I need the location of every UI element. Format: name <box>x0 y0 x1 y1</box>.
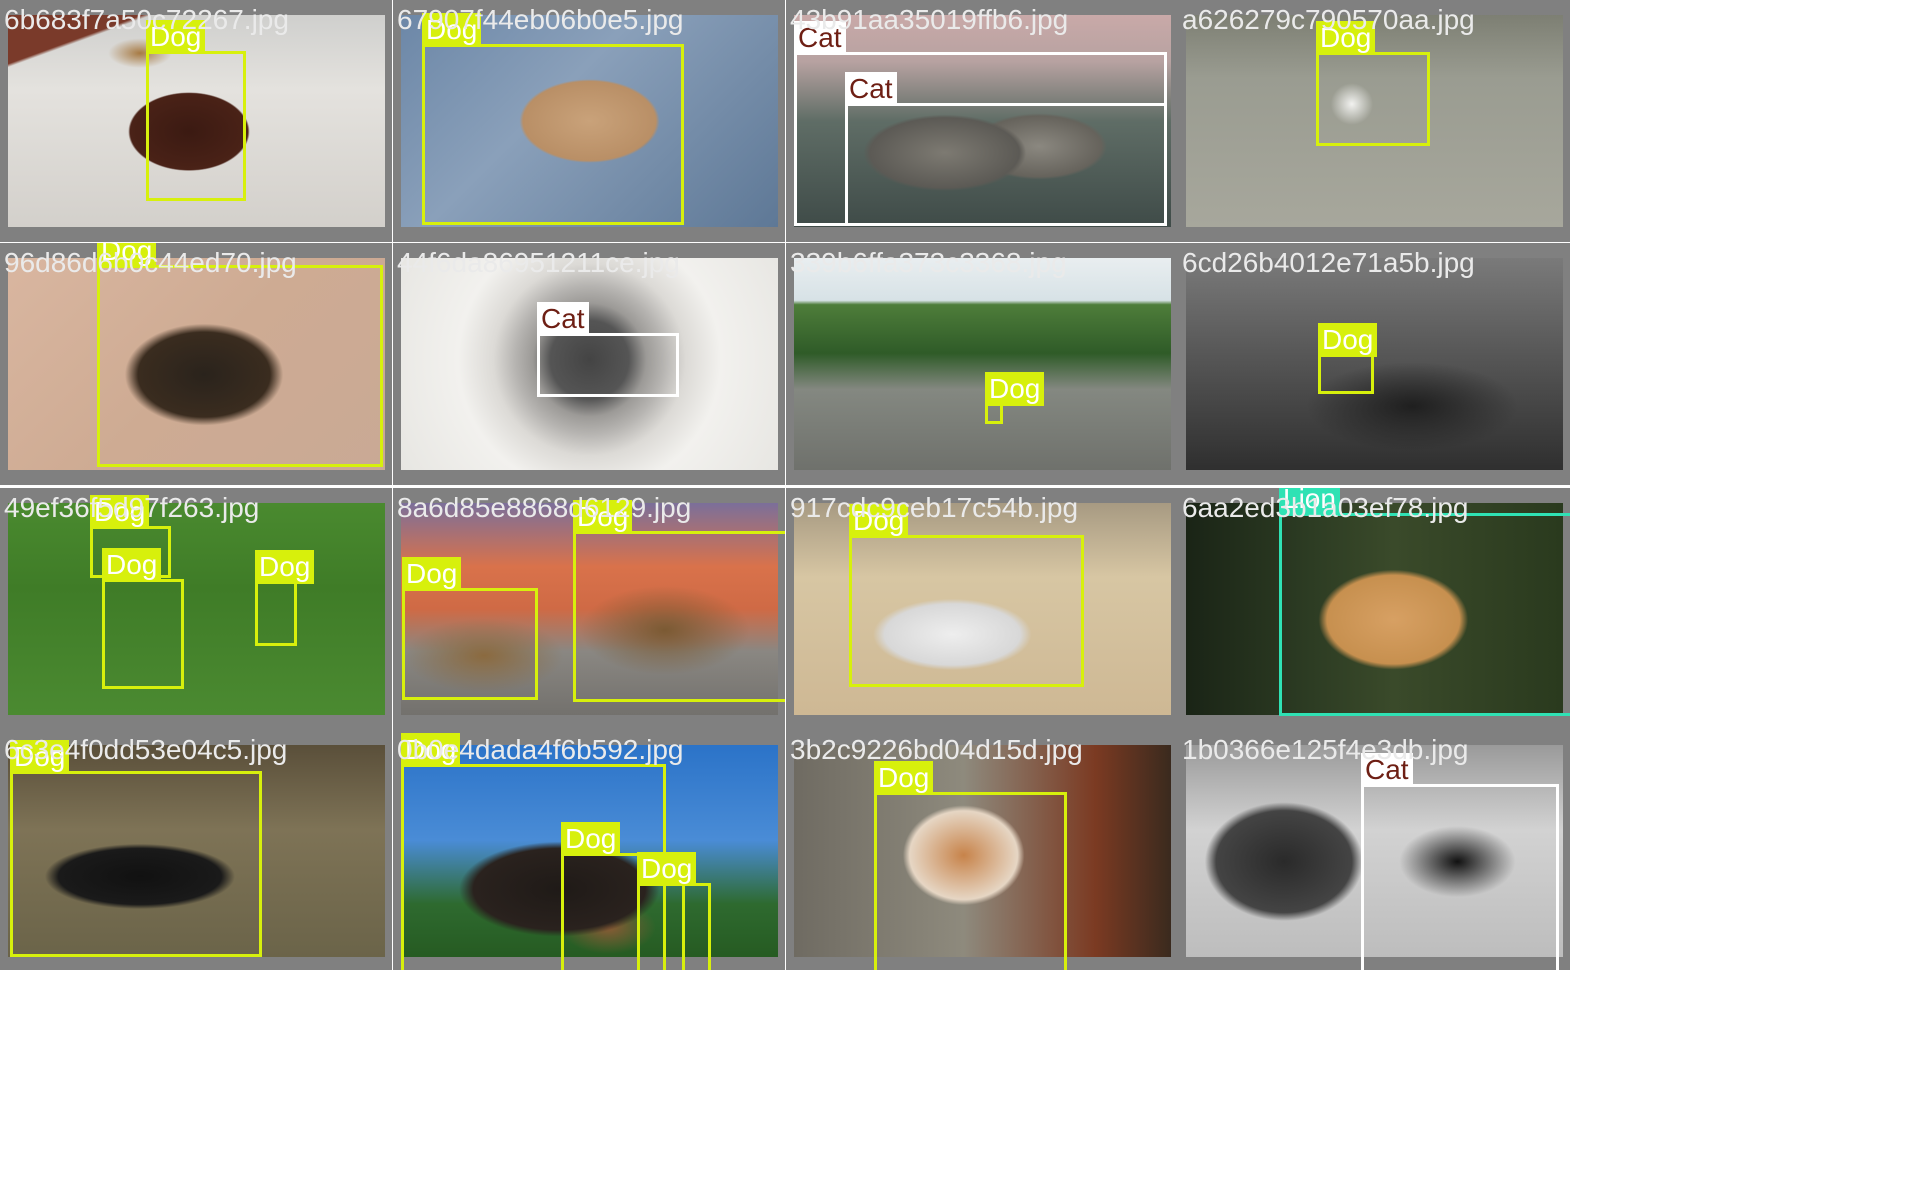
bbox-dog: Dog <box>10 740 262 957</box>
bbox-cat: Cat <box>845 72 1167 226</box>
bbox-dog: Dog <box>1316 21 1430 146</box>
bbox-dog: Dog <box>146 20 246 201</box>
image-filename: 6aa2ed3b1a03ef78.jpg <box>1182 492 1469 523</box>
image-filename: 6c3e4f0dd53e04c5.jpg <box>4 734 288 765</box>
bbox-dog: Dog <box>849 504 1084 687</box>
image-tile[interactable]: Dog a626279c790570aa.jpg <box>1178 0 1570 242</box>
image-filename: 44f6da86951211ce.jpg <box>397 247 680 278</box>
thumbnail-photo <box>1186 258 1563 470</box>
image-tile[interactable]: Cat 44f6da86951211ce.jpg <box>393 243 785 485</box>
thumbnail-photo <box>794 258 1171 470</box>
bbox-label: Dog <box>985 372 1045 406</box>
thumbnail-photo <box>8 503 385 715</box>
bbox-dog: Dog <box>573 500 785 702</box>
bbox-label: Dog <box>561 822 621 856</box>
image-filename: 6b683f7a50c72267.jpg <box>4 4 289 35</box>
bbox-dog: Dog <box>97 243 383 467</box>
bbox-label: Dog <box>1318 323 1378 357</box>
bbox-label: Dog <box>402 557 462 591</box>
image-filename: 917cdc9ceb17c54b.jpg <box>790 492 1079 523</box>
image-tile[interactable]: Cat Cat 43b91aa35019ffb6.jpg <box>786 0 1178 242</box>
image-filename: a626279c790570aa.jpg <box>1182 4 1475 35</box>
image-filename: 43b91aa35019ffb6.jpg <box>790 4 1069 35</box>
image-tile[interactable]: Dog 6cd26b4012e71a5b.jpg <box>1178 243 1570 485</box>
bbox-cat: Cat <box>1361 753 1559 970</box>
bbox-label: Cat <box>845 72 897 106</box>
bbox-cat: Cat <box>537 302 679 397</box>
image-tile[interactable]: Dog 6b683f7a50c72267.jpg <box>0 0 392 242</box>
bbox-dog: Dog <box>402 557 538 700</box>
bbox-lion: Lion <box>1279 488 1570 716</box>
image-filename: 3b2c9226bd04d15d.jpg <box>790 734 1083 765</box>
image-tile[interactable]: Dog Dog Dog 0b0e4dada4f6b592.jpg <box>393 730 785 970</box>
image-tile[interactable]: Dog 6c3e4f0dd53e04c5.jpg <box>0 730 392 970</box>
bbox-dog: Dog <box>637 852 711 970</box>
bbox-label: Cat <box>537 302 589 336</box>
image-tile[interactable]: Dog Dog Dog 49ef36f5d97f263.jpg <box>0 488 392 730</box>
bbox-label: Dog <box>255 550 315 584</box>
image-tile[interactable]: Dog 67907f44eb06b0e5.jpg <box>393 0 785 242</box>
image-filename: 6cd26b4012e71a5b.jpg <box>1182 247 1475 278</box>
detection-grid: Dog 6b683f7a50c72267.jpg Dog 67907f44eb06b0… <box>0 0 1920 1192</box>
image-filename: 67907f44eb06b0e5.jpg <box>397 4 684 35</box>
bbox-dog: Dog <box>874 761 1067 970</box>
bbox-label: Dog <box>637 852 697 886</box>
bbox-dog: Dog <box>422 13 684 225</box>
bbox-dog: Dog <box>985 372 1045 424</box>
image-filename: 8a6d85e8868d6129.jpg <box>397 492 692 523</box>
bbox-dog: Dog <box>1318 323 1378 394</box>
image-filename: 49ef36f5d97f263.jpg <box>4 492 260 523</box>
image-tile[interactable]: Dog 3b2c9226bd04d15d.jpg <box>786 730 1178 970</box>
bbox-label: Dog <box>874 761 934 795</box>
image-filename: 339b6ffa373c3368.jpg <box>790 247 1067 278</box>
image-tile[interactable]: Dog Dog 8a6d85e8868d6129.jpg <box>393 488 785 730</box>
image-tile[interactable]: Dog 917cdc9ceb17c54b.jpg <box>786 488 1178 730</box>
image-filename: 96d86d6b0c44ed70.jpg <box>4 247 297 278</box>
bbox-label: Dog <box>102 548 162 582</box>
image-tile[interactable]: Cat 1b0366e125f4e3db.jpg <box>1178 730 1570 970</box>
image-filename: 0b0e4dada4f6b592.jpg <box>397 734 684 765</box>
image-tile[interactable]: Dog 339b6ffa373c3368.jpg <box>786 243 1178 485</box>
image-tile[interactable]: Lion 6aa2ed3b1a03ef78.jpg <box>1178 488 1570 730</box>
bbox-dog: Dog <box>255 550 315 646</box>
bbox-dog: Dog <box>102 548 184 689</box>
image-filename: 1b0366e125f4e3db.jpg <box>1182 734 1469 765</box>
image-tile[interactable]: Dog 96d86d6b0c44ed70.jpg <box>0 243 392 485</box>
